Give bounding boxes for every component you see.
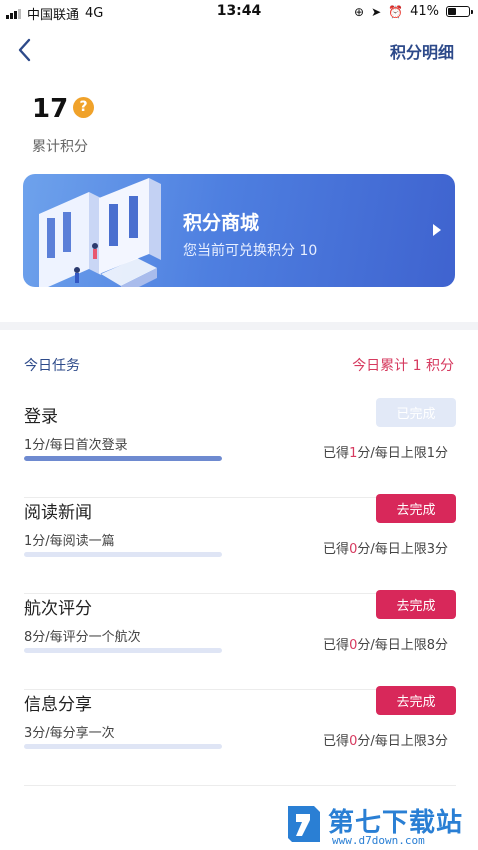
watermark-logo-icon [288,806,320,842]
earned-limit: 分/每日上限3分 [357,734,448,749]
task-earned: 已得1分/每日上限1分 [323,442,448,461]
task-progress-bar [24,744,222,749]
earned-limit: 分/每日上限3分 [357,542,448,557]
earned-prefix: 已得 [323,446,350,461]
task-item: 阅读新闻 1分/每阅读一篇 去完成 已得0分/每日上限3分 [24,494,456,594]
task-earned: 已得0分/每日上限8分 [323,634,448,653]
task-description: 3分/每分享一次 [24,726,115,741]
task-name: 阅读新闻 [24,503,92,523]
points-detail-link[interactable]: 积分明细 [390,39,454,63]
task-go-button[interactable]: 去完成 [376,494,456,523]
task-item: 信息分享 3分/每分享一次 去完成 已得0分/每日上限3分 [24,686,456,786]
task-item: 登录 1分/每日首次登录 已完成 已得1分/每日上限1分 [24,398,456,498]
task-description: 1分/每阅读一篇 [24,534,115,549]
earned-limit: 分/每日上限1分 [357,446,448,461]
watermark-url: www.d7down.com [332,834,425,847]
task-progress-bar [24,648,222,653]
chevron-right-icon [433,224,441,236]
battery-icon [446,6,473,17]
task-earned: 已得0分/每日上限3分 [323,730,448,749]
task-description: 1分/每日首次登录 [24,438,128,453]
section-divider [0,322,478,330]
task-progress-fill [24,456,222,461]
today-points-total: 今日累计 1 积分 [352,358,454,374]
earned-limit: 分/每日上限8分 [357,638,448,653]
status-bar: 中国联通 4G 13:44 ⊕ ➤ ⏰ 41% [0,0,478,24]
points-label: 累计积分 [32,139,88,155]
chevron-left-icon [18,38,31,62]
task-name: 登录 [24,407,58,427]
status-right: ⊕ ➤ ⏰ 41% [354,4,473,19]
task-go-button[interactable]: 去完成 [376,590,456,619]
earned-prefix: 已得 [323,542,350,557]
alarm-icon: ⏰ [388,4,404,19]
banner-title: 积分商城 [183,212,260,234]
task-progress-bar [24,456,222,461]
rotation-lock-icon: ⊕ [354,4,365,19]
task-name: 信息分享 [24,695,92,715]
banner-subtitle: 您当前可兑换积分 10 [183,243,318,259]
task-progress-bar [24,552,222,557]
today-tasks-title: 今日任务 [24,358,80,374]
watermark: 第七下载站 www.d7down.com [280,800,478,850]
help-icon[interactable]: ? [73,97,94,118]
location-icon: ➤ [371,4,382,19]
task-item: 航次评分 8分/每评分一个航次 去完成 已得0分/每日上限8分 [24,590,456,690]
points-mall-banner[interactable]: 积分商城 您当前可兑换积分 10 [23,174,455,287]
back-button[interactable] [14,36,38,64]
earned-prefix: 已得 [323,638,350,653]
task-earned: 已得0分/每日上限3分 [323,538,448,557]
points-total: 17 [32,94,69,124]
task-done-button[interactable]: 已完成 [376,398,456,427]
task-name: 航次评分 [24,599,92,619]
earned-prefix: 已得 [323,734,350,749]
task-go-button[interactable]: 去完成 [376,686,456,715]
task-description: 8分/每评分一个航次 [24,630,141,645]
mall-illustration [39,178,161,287]
battery-percent: 41% [410,4,439,19]
